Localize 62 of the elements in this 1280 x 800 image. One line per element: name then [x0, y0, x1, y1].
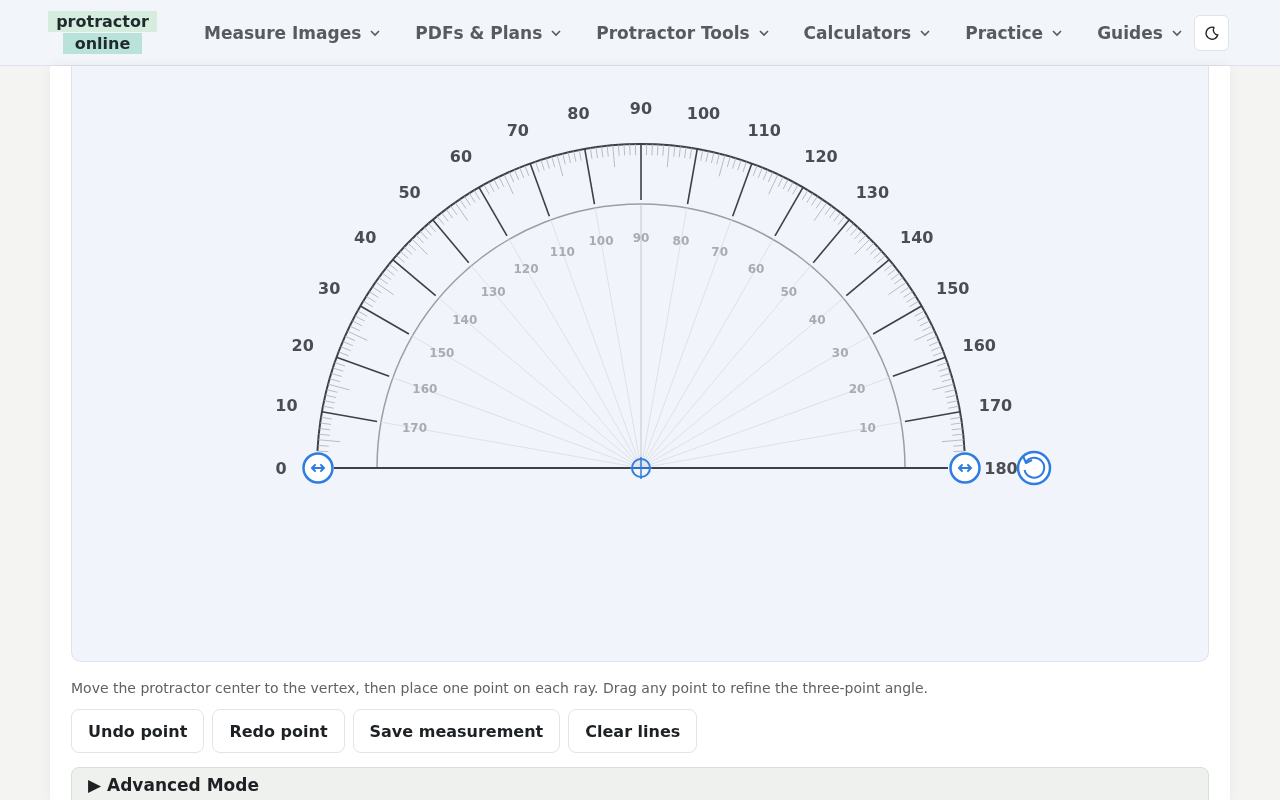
scale-label: 50 — [398, 183, 421, 203]
inner-scale-label: 70 — [711, 244, 728, 259]
scale-label: 130 — [855, 183, 890, 203]
inner-scale-label: 140 — [452, 313, 478, 328]
action-button[interactable]: Undo point — [71, 709, 205, 753]
inner-scale-label: 130 — [480, 284, 506, 299]
protractor-canvas[interactable]: 0 10 20 30 40 50 60 70 80 90 100 110 120 130 140 150 160 170 180 170 160 150 140 130 120 110 100 90 80 70 60 50 40 30 20 10 — [71, 66, 1209, 662]
inner-scale-label: 160 — [412, 382, 438, 397]
inner-scale-label: 40 — [808, 313, 826, 328]
nav-menu[interactable]: Measure Images — [204, 22, 382, 43]
chevron-down-icon — [550, 28, 563, 37]
rotate-icon[interactable] — [1016, 450, 1052, 486]
scale-label: 70 — [506, 120, 529, 140]
advanced-mode-panel[interactable]: ▶ Advanced Mode — [71, 767, 1209, 800]
scale-label: 0 — [275, 459, 287, 478]
scale-label: 110 — [747, 120, 781, 140]
inner-scale-label: 100 — [588, 234, 614, 249]
inner-scale-label: 110 — [549, 244, 575, 259]
action-button[interactable]: Clear lines — [568, 709, 698, 753]
scale-label: 60 — [449, 147, 473, 167]
scale-label: 80 — [567, 104, 590, 124]
chevron-down-icon — [1051, 28, 1064, 37]
inner-scale-label: 170 — [401, 421, 428, 436]
center-crosshair-icon[interactable] — [629, 456, 653, 480]
nav-menu[interactable]: Calculators — [803, 22, 932, 43]
action-button[interactable]: Save measurement — [352, 709, 561, 753]
drag-handle-icon[interactable] — [302, 452, 334, 484]
inner-scale-label: 150 — [429, 346, 455, 360]
scale-label: 160 — [962, 335, 996, 355]
scale-label: 10 — [275, 396, 298, 416]
inner-scale-label: 120 — [513, 261, 539, 276]
scale-label: 40 — [354, 227, 377, 247]
scale-label: 90 — [629, 99, 653, 118]
inner-scale-label: 10 — [859, 421, 876, 436]
theme-toggle-button[interactable] — [1194, 14, 1229, 51]
inner-scale-label: 20 — [848, 382, 866, 397]
action-button[interactable]: Redo point — [212, 709, 345, 753]
scale-label: 180 — [984, 459, 1018, 478]
scale-label: 20 — [291, 335, 314, 355]
nav-menu[interactable]: Practice — [965, 22, 1064, 43]
chevron-down-icon — [1170, 28, 1183, 37]
scale-label: 150 — [936, 279, 970, 298]
instruction-text: Move the protractor center to the vertex, then place one point on each ray. Drag any point to refine the three-point angle. — [71, 680, 929, 696]
nav-menu[interactable]: Protractor Tools — [596, 22, 770, 43]
inner-scale-label: 30 — [831, 346, 849, 360]
inner-scale-label: 50 — [780, 284, 798, 299]
scale-label: 100 — [686, 104, 721, 124]
nav-menu[interactable]: PDFs & Plans — [415, 22, 563, 43]
chevron-down-icon — [369, 28, 382, 37]
chevron-down-icon — [919, 28, 932, 37]
scale-label: 170 — [978, 396, 1013, 416]
chevron-down-icon — [757, 28, 770, 37]
scale-label: 140 — [900, 227, 934, 247]
scale-label: 30 — [318, 279, 341, 298]
moon-icon — [1203, 24, 1220, 41]
scale-label: 120 — [804, 147, 838, 167]
drag-handle-icon[interactable] — [949, 452, 981, 484]
inner-scale-label: 90 — [632, 231, 650, 245]
advanced-mode-toggle[interactable]: ▶ Advanced Mode — [88, 775, 259, 795]
inner-scale-label: 60 — [747, 261, 765, 276]
inner-scale-label: 80 — [672, 234, 690, 249]
nav-menu[interactable]: Guides — [1097, 22, 1183, 43]
